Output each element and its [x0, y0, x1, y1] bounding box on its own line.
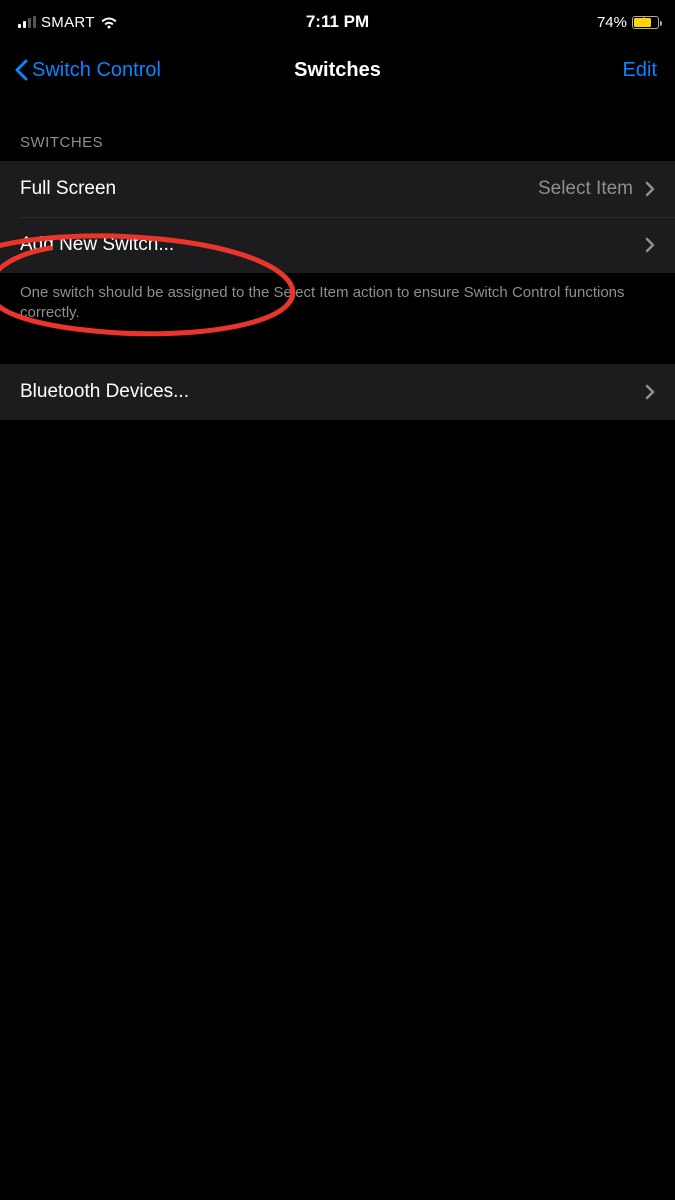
full-screen-label: Full Screen	[20, 178, 116, 200]
status-right: 74% ⚡	[597, 14, 659, 31]
battery-percent-label: 74%	[597, 14, 627, 31]
switches-group: Full Screen Select Item Add New Switch..…	[0, 161, 675, 273]
status-time: 7:11 PM	[306, 12, 369, 32]
section-header-switches: SWITCHES	[0, 96, 675, 161]
bluetooth-devices-row[interactable]: Bluetooth Devices...	[0, 364, 675, 420]
battery-icon: ⚡	[632, 16, 659, 29]
back-label: Switch Control	[32, 59, 161, 82]
cellular-signal-icon	[18, 16, 36, 28]
status-bar: SMART 7:11 PM 74% ⚡	[0, 0, 675, 44]
status-left: SMART	[18, 14, 118, 31]
chevron-right-icon	[645, 384, 655, 400]
chevron-left-icon	[14, 59, 28, 81]
full-screen-value: Select Item	[538, 178, 633, 200]
back-button[interactable]: Switch Control	[14, 59, 161, 82]
add-new-switch-label: Add New Switch...	[20, 234, 174, 256]
full-screen-row[interactable]: Full Screen Select Item	[0, 161, 675, 217]
page-title: Switches	[294, 59, 381, 82]
chevron-right-icon	[645, 181, 655, 197]
section-footer-switches: One switch should be assigned to the Sel…	[0, 273, 675, 324]
chevron-right-icon	[645, 237, 655, 253]
carrier-label: SMART	[41, 14, 95, 31]
bluetooth-group: Bluetooth Devices...	[0, 364, 675, 420]
edit-button[interactable]: Edit	[623, 59, 657, 82]
wifi-icon	[100, 16, 118, 29]
nav-bar: Switch Control Switches Edit	[0, 44, 675, 96]
bluetooth-devices-label: Bluetooth Devices...	[20, 381, 189, 403]
add-new-switch-row[interactable]: Add New Switch...	[0, 217, 675, 273]
